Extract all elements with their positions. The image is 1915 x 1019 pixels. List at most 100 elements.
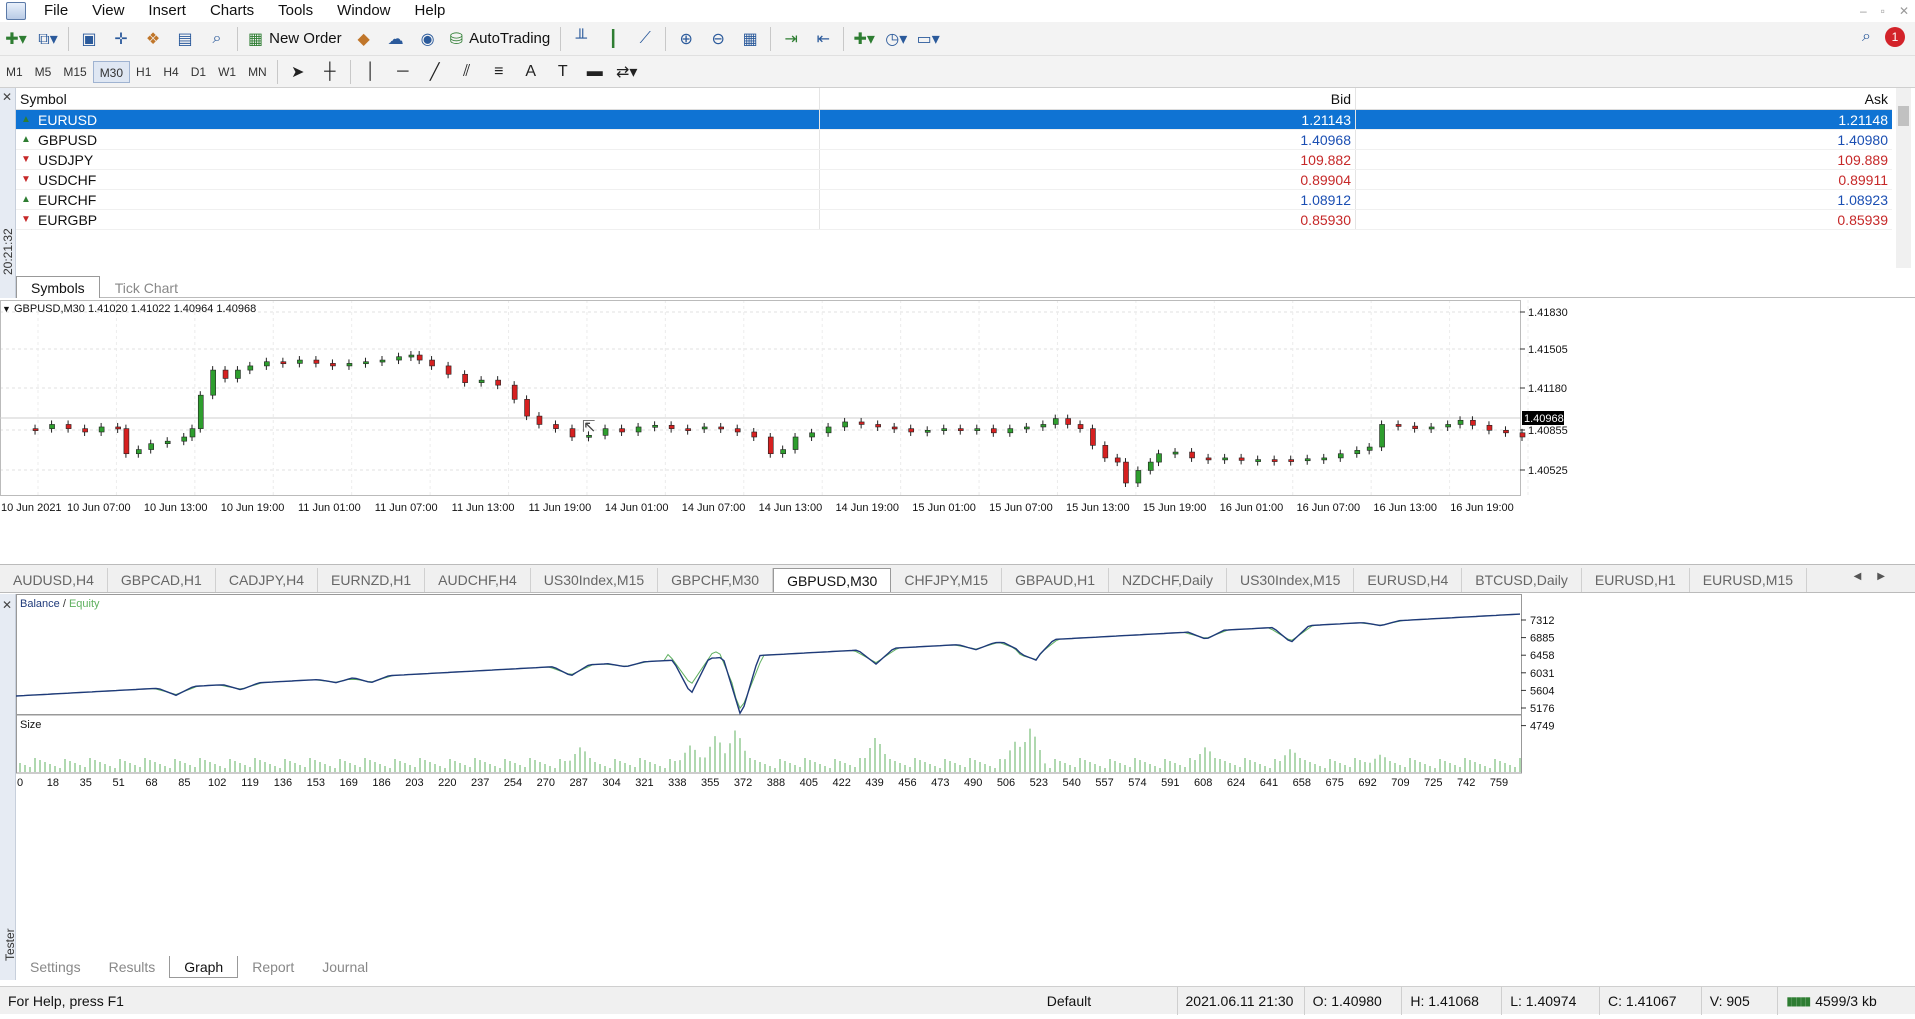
chart-tab[interactable]: EURUSD,H1 [1582, 568, 1690, 592]
tab-journal[interactable]: Journal [308, 956, 382, 978]
timeframe-m30[interactable]: M30 [92, 60, 131, 83]
chart-tab[interactable]: EURNZD,H1 [318, 568, 426, 592]
chart-tab[interactable]: US30Index,M15 [1227, 568, 1355, 592]
metaeditor-icon[interactable]: ◆ [350, 26, 378, 52]
vertical-line-icon[interactable]: │ [357, 59, 385, 85]
minimize-icon[interactable]: – [1860, 0, 1867, 22]
menu-tools[interactable]: Tools [266, 0, 325, 22]
status-connection[interactable]: ▮▮▮▮▮ 4599/3 kb [1778, 987, 1915, 1015]
tab-settings[interactable]: Settings [16, 956, 95, 978]
tab-report[interactable]: Report [238, 956, 308, 978]
table-row[interactable]: ▼ EURGBP 0.85930 0.85939 [16, 210, 1892, 230]
tab-scroll-arrows-icon[interactable]: ◀▶ [1854, 571, 1901, 582]
fibonacci-icon[interactable]: ≡ [485, 59, 513, 85]
tab-symbols[interactable]: Symbols [16, 276, 100, 298]
profiles-icon[interactable]: ⧉▾ [34, 26, 62, 52]
chart-tab[interactable]: GBPCAD,H1 [108, 568, 216, 592]
timeframe-h4[interactable]: H4 [157, 61, 184, 83]
table-row[interactable]: ▼ USDCHF 0.89904 0.89911 [16, 170, 1892, 190]
chart-tab[interactable]: CADJPY,H4 [216, 568, 319, 592]
auto-scroll-icon[interactable]: ⇥ [777, 26, 805, 52]
scrollbar-thumb[interactable] [1898, 106, 1909, 126]
ask-cell: 1.40980 [1837, 132, 1888, 148]
search-icon[interactable]: ⌕ [1862, 28, 1871, 46]
chart-tab[interactable]: GBPAUD,H1 [1002, 568, 1109, 592]
channel-icon[interactable]: ⫽ [453, 59, 481, 85]
chart-tab[interactable]: AUDCHF,H4 [425, 568, 531, 592]
table-row[interactable]: ▲ GBPUSD 1.40968 1.40980 [16, 130, 1892, 150]
chart-tab[interactable]: EURUSD,H4 [1354, 568, 1463, 592]
chart-shift-icon[interactable]: ⇤ [809, 26, 837, 52]
column-symbol[interactable]: Symbol [16, 88, 820, 109]
chart-tab[interactable]: CHFJPY,M15 [891, 568, 1003, 592]
timeframe-d1[interactable]: D1 [185, 61, 212, 83]
column-bid[interactable]: Bid [820, 88, 1356, 109]
notification-badge[interactable]: 1 [1885, 27, 1905, 47]
crosshair-icon[interactable]: ┼ [316, 59, 344, 85]
trendline-icon[interactable]: ╱ [421, 59, 449, 85]
chart-tab[interactable]: NZDCHF,Daily [1109, 568, 1227, 592]
table-row[interactable]: ▲ EURUSD 1.21143 1.21148 [16, 110, 1892, 130]
menu-help[interactable]: Help [403, 0, 458, 22]
close-icon[interactable]: ✕ [2, 598, 12, 612]
cursor-icon[interactable]: ➤ [284, 59, 312, 85]
scrollbar[interactable] [1896, 88, 1911, 268]
close-icon[interactable]: ✕ [2, 90, 12, 104]
arrows-icon[interactable]: ⇄▾ [613, 59, 641, 85]
timeframe-m15[interactable]: M15 [57, 61, 92, 83]
rectangle-icon[interactable]: ▬ [581, 59, 609, 85]
terminal-icon[interactable]: ▤ [171, 26, 199, 52]
tile-windows-icon[interactable]: ▦ [736, 26, 764, 52]
table-row[interactable]: ▲ EURCHF 1.08912 1.08923 [16, 190, 1892, 210]
tab-tick-chart[interactable]: Tick Chart [100, 276, 193, 298]
horizontal-line-icon[interactable]: ─ [389, 59, 417, 85]
data-window-icon[interactable]: ✛ [107, 26, 135, 52]
table-row[interactable]: ▼ USDJPY 109.882 109.889 [16, 150, 1892, 170]
tab-graph[interactable]: Graph [169, 956, 239, 978]
menu-charts[interactable]: Charts [198, 0, 266, 22]
chart-tab[interactable]: EURUSD,M15 [1690, 568, 1808, 592]
signals-icon[interactable]: ◉ [414, 26, 442, 52]
market-watch-icon[interactable]: ▣ [75, 26, 103, 52]
close-window-icon[interactable]: ✕ [1899, 0, 1909, 22]
price-chart[interactable]: GBPUSD,M30 1.41020 1.41022 1.40964 1.409… [0, 300, 1915, 565]
templates-icon[interactable]: ▭▾ [914, 26, 942, 52]
collapse-arrow-icon[interactable]: ▼ [2, 304, 11, 314]
menu-file[interactable]: File [32, 0, 80, 22]
strategy-tester-icon[interactable]: ⌕ [203, 26, 231, 52]
new-chart-icon[interactable]: ✚▾ [2, 26, 30, 52]
indicators-icon[interactable]: ✚▾ [850, 26, 878, 52]
tab-results[interactable]: Results [95, 956, 170, 978]
cloud-icon[interactable]: ☁ [382, 26, 410, 52]
text-icon[interactable]: A [517, 59, 545, 85]
autotrading-button[interactable]: ⛁ AutoTrading [444, 29, 557, 49]
chart-tab[interactable]: GBPCHF,M30 [658, 568, 774, 592]
tester-sidebar: ✕ Tester [0, 594, 17, 980]
line-chart-icon[interactable]: ⟋ [631, 26, 659, 52]
chart-tab[interactable]: GBPUSD,M30 [773, 568, 892, 592]
candlestick-icon[interactable]: ┃ [599, 26, 627, 52]
periods-icon[interactable]: ◷▾ [882, 26, 910, 52]
new-order-button[interactable]: ▦ New Order [242, 29, 348, 49]
menu-view[interactable]: View [80, 0, 136, 22]
zoom-out-icon[interactable]: ⊖ [704, 26, 732, 52]
zoom-in-icon[interactable]: ⊕ [672, 26, 700, 52]
menu-window[interactable]: Window [325, 0, 402, 22]
status-profile[interactable]: Default [1039, 986, 1178, 1015]
menu-insert[interactable]: Insert [136, 0, 198, 22]
timeframe-h1[interactable]: H1 [130, 61, 157, 83]
chart-tab[interactable]: BTCUSD,Daily [1462, 568, 1582, 592]
column-ask[interactable]: Ask [1356, 88, 1892, 109]
timeframe-mn[interactable]: MN [242, 61, 273, 83]
chart-tab[interactable]: AUDUSD,H4 [0, 568, 108, 592]
timeframe-m1[interactable]: M1 [0, 61, 29, 83]
timeframe-m5[interactable]: M5 [29, 61, 58, 83]
current-price-label: 1.40968 [1524, 413, 1564, 425]
bar-chart-icon[interactable]: ╨ [567, 26, 595, 52]
candlestick-chart[interactable]: GBPUSD,M30 1.41020 1.41022 1.40964 1.409… [0, 300, 1915, 565]
chart-tab[interactable]: US30Index,M15 [531, 568, 659, 592]
timeframe-w1[interactable]: W1 [212, 61, 242, 83]
restore-icon[interactable]: ▫ [1881, 0, 1885, 22]
text-label-icon[interactable]: T [549, 59, 577, 85]
navigator-icon[interactable]: ❖ [139, 26, 167, 52]
